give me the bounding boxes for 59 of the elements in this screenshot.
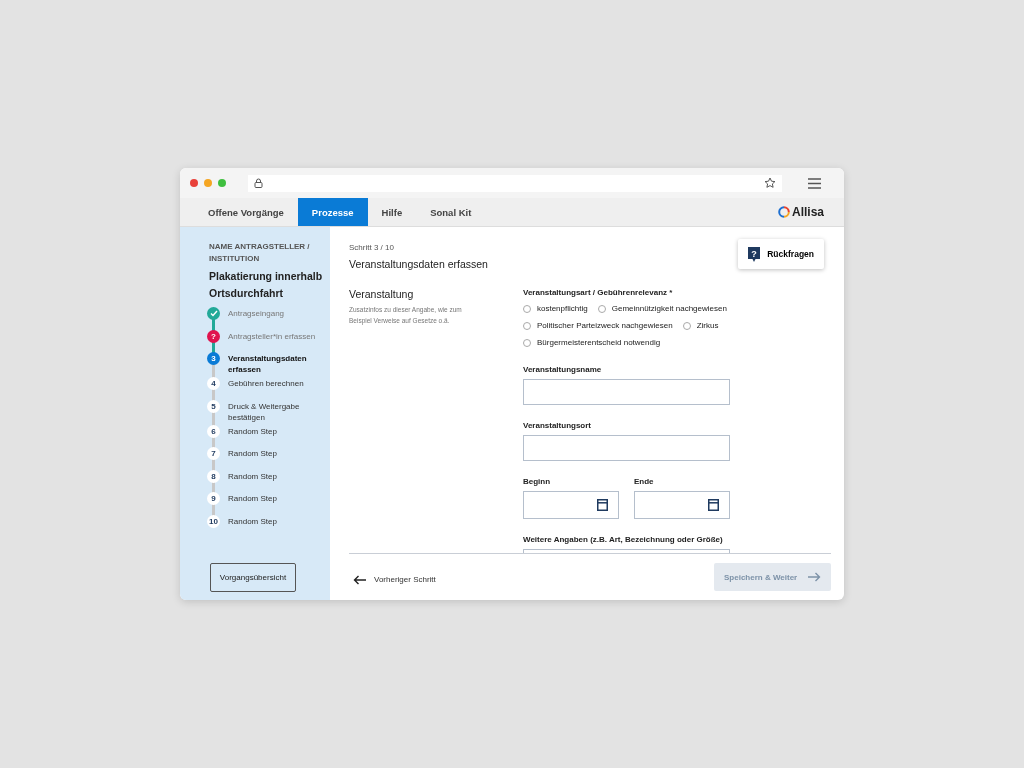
step-marker: 5 xyxy=(207,399,220,413)
step-label[interactable]: Random Step xyxy=(228,512,277,535)
questions-button[interactable]: ? Rückfragen xyxy=(738,239,824,269)
arrow-left-icon xyxy=(353,574,366,585)
calendar-icon xyxy=(597,499,608,511)
page-title: Veranstaltungsdaten erfassen xyxy=(349,258,488,270)
input-field[interactable] xyxy=(523,379,730,405)
logo-text: Allisa xyxy=(792,205,824,219)
section-title: Veranstaltung xyxy=(349,288,415,300)
arrow-right-icon xyxy=(808,572,821,582)
radio-label[interactable]: Gemeinnützigkeit nachgewiesen xyxy=(611,304,727,313)
step-marker: 4 xyxy=(207,377,220,390)
field-label: Weitere Angaben (z.B. Art, Bezeichnung oder Größe) xyxy=(523,535,724,544)
applicant-label: NAME ANTRAGSTELLER / INSTITUTION xyxy=(209,241,311,265)
step-marker: 10 xyxy=(207,514,220,528)
maximize-dot[interactable] xyxy=(218,179,226,187)
step-label[interactable]: Antragseingang xyxy=(228,305,285,328)
step-label[interactable]: Veranstaltungsdaten erfassen xyxy=(228,350,320,375)
process-title: Plakatierung innerhalb Ortsdurchfahrt xyxy=(209,269,324,301)
input-field[interactable] xyxy=(523,435,730,461)
step-label[interactable]: Random Step xyxy=(228,445,277,468)
step-label[interactable]: Druck & Weitergabe bestätigen xyxy=(228,397,320,423)
step-marker: 8 xyxy=(207,469,220,483)
step-marker: 6 xyxy=(207,424,220,438)
radio-label[interactable]: Politischer Parteizweck nachgewiesen xyxy=(537,321,673,330)
date-field[interactable] xyxy=(523,491,619,519)
field-label: Veranstaltungsart / Gebührenrelevanz * xyxy=(523,288,674,297)
lock-icon xyxy=(254,178,263,188)
step-marker: 9 xyxy=(207,492,220,505)
step-label[interactable]: Random Step xyxy=(228,422,277,445)
radio-label[interactable]: Zirkus xyxy=(696,321,719,330)
nav-tab[interactable]: Hilfe xyxy=(367,198,417,226)
date-field[interactable] xyxy=(634,491,730,519)
minimize-dot[interactable] xyxy=(204,179,212,187)
radio-label[interactable]: Bürgermeisterentscheid notwendig xyxy=(537,338,661,347)
step-label[interactable]: Gebühren berechnen xyxy=(228,375,304,398)
calendar-icon xyxy=(708,499,719,511)
step-label[interactable]: Random Step xyxy=(228,467,277,490)
step-marker: ? xyxy=(207,329,220,343)
field-label: Beginn xyxy=(523,477,552,486)
field-label: Veranstaltungsort xyxy=(523,421,592,430)
overview-button[interactable]: Vorgangsübersicht xyxy=(210,563,296,592)
nav-tab[interactable]: Sonal Kit xyxy=(416,198,486,226)
field-label: Veranstaltungsname xyxy=(523,365,603,374)
question-bubble-icon: ? xyxy=(748,246,761,262)
step-marker: 7 xyxy=(207,447,220,460)
step-marker: 3 xyxy=(207,352,220,365)
field-label: Ende xyxy=(634,477,655,486)
step-label[interactable]: Antragsteller*in erfassen xyxy=(228,327,316,350)
menu-icon[interactable] xyxy=(808,177,821,189)
step-counter: Schritt 3 / 10 xyxy=(349,243,395,252)
previous-step-link[interactable]: Vorheriger Schritt xyxy=(349,574,440,585)
close-dot[interactable] xyxy=(190,179,198,187)
nav-tab[interactable]: Prozesse xyxy=(297,198,368,226)
radio-label[interactable]: kostenpflichtig xyxy=(537,304,588,313)
step-label[interactable]: Random Step xyxy=(228,490,277,513)
ring-logo-icon xyxy=(778,206,790,218)
star-icon[interactable] xyxy=(764,177,776,189)
nav-tab[interactable]: Offene Vorgänge xyxy=(194,198,298,226)
